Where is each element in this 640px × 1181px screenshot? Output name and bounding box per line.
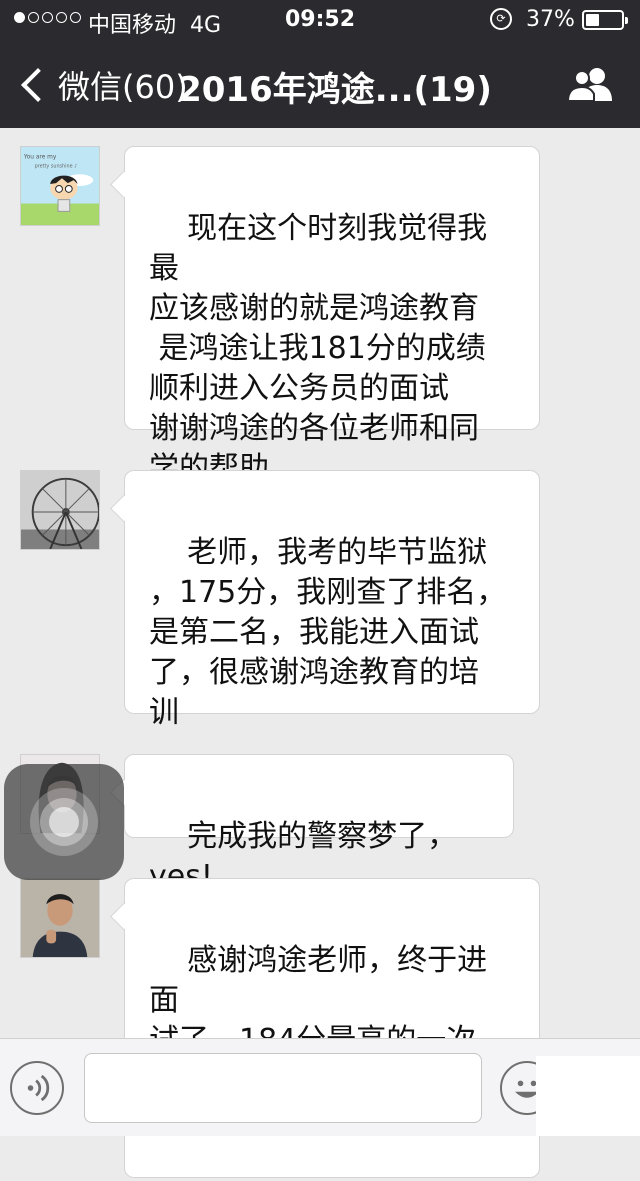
voice-input-icon[interactable]: [10, 1061, 64, 1115]
top-navigation-bar: 中国移动 4G 09:52 ⟳ 37% 微信(60) 2016年鸿途...(19…: [0, 0, 640, 128]
battery-level-fill: [586, 14, 599, 26]
status-bar: 中国移动 4G 09:52 ⟳ 37%: [0, 0, 640, 40]
group-contacts-icon[interactable]: [566, 66, 616, 102]
rotation-lock-icon: ⟳: [490, 8, 512, 30]
white-overlay: [536, 1056, 640, 1136]
message-text: 老师，我考的毕节监狱 ，175分，我刚查了排名， 是第二名，我能进入面试 了，很…: [149, 535, 507, 730]
message-bubble[interactable]: 完成我的警察梦了，yes!: [110, 754, 514, 894]
chevron-left-icon: [21, 68, 55, 102]
battery-icon: [582, 10, 628, 30]
man-photo-avatar[interactable]: [20, 878, 100, 958]
assistive-touch-button[interactable]: [4, 764, 124, 880]
avatar-caption: pretty sunshine ♪: [35, 163, 78, 169]
avatar-caption: You are my: [23, 155, 57, 161]
chat-title: 2016年鸿途...(19): [178, 70, 492, 110]
message-text: 现在这个时刻我觉得我最 应该感谢的就是鸿途教育 是鸿途让我181分的成绩 顺利进…: [149, 211, 488, 486]
message-bubble[interactable]: 老师，我考的毕节监狱 ，175分，我刚查了排名， 是第二名，我能进入面试 了，很…: [110, 470, 540, 730]
battery-percent: 37%: [526, 7, 575, 32]
cartoon-boy-avatar[interactable]: You are my pretty sunshine ♪: [20, 146, 100, 226]
message-bubble[interactable]: 现在这个时刻我觉得我最 应该感谢的就是鸿途教育 是鸿途让我181分的成绩 顺利进…: [110, 146, 540, 486]
ferris-wheel-avatar[interactable]: [20, 470, 100, 550]
message-input[interactable]: [84, 1053, 482, 1123]
